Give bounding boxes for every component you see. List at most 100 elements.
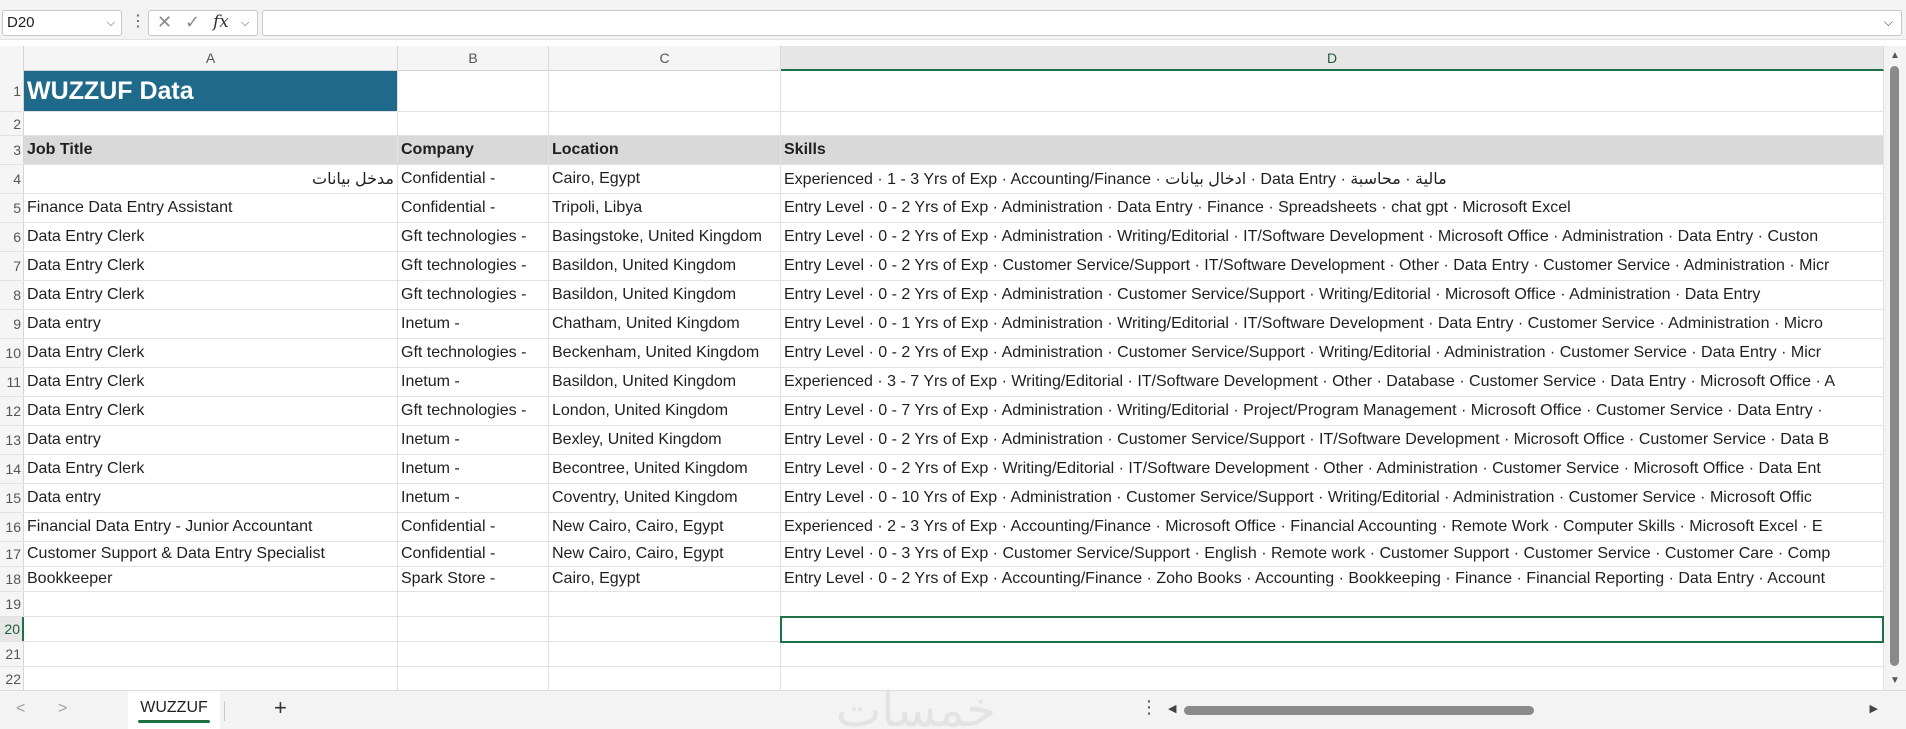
chevron-right-icon[interactable]: >: [58, 700, 67, 718]
cell-location[interactable]: Chatham, United Kingdom: [549, 310, 781, 338]
cell-job-title[interactable]: Data Entry Clerk: [24, 339, 398, 367]
column-header-d[interactable]: D: [781, 46, 1884, 71]
cancel-icon[interactable]: ✕: [157, 12, 172, 33]
cell-job-title[interactable]: Data entry: [24, 484, 398, 512]
chevron-left-icon[interactable]: <: [16, 700, 25, 718]
row-number[interactable]: 17: [0, 542, 24, 566]
cell-skills[interactable]: Entry Level · 0 - 2 Yrs of Exp · Adminis…: [781, 426, 1884, 454]
row-number[interactable]: 21: [0, 642, 24, 666]
row-number[interactable]: 10: [0, 339, 24, 367]
cell-location[interactable]: Beckenham, United Kingdom: [549, 339, 781, 367]
cell-company[interactable]: Confidential -: [398, 542, 549, 566]
cell-skills[interactable]: Experienced · 3 - 7 Yrs of Exp · Writing…: [781, 368, 1884, 396]
vertical-scrollbar[interactable]: ▲ ▼: [1884, 46, 1906, 690]
cell-company[interactable]: Confidential -: [398, 165, 549, 193]
row-number[interactable]: 5: [0, 194, 24, 222]
row-number[interactable]: 1: [0, 71, 24, 111]
more-options-icon[interactable]: ⋮: [130, 10, 146, 36]
select-all-corner[interactable]: [0, 46, 24, 71]
insert-function-icon[interactable]: fx: [213, 12, 229, 32]
row-number[interactable]: 20: [0, 617, 24, 641]
cell-location[interactable]: Basildon, United Kingdom: [549, 252, 781, 280]
cell-job-title[interactable]: Financial Data Entry - Junior Accountant: [24, 513, 398, 541]
row-number[interactable]: 2: [0, 112, 24, 135]
row-number[interactable]: 4: [0, 165, 24, 193]
cell-skills[interactable]: Experienced · 2 - 3 Yrs of Exp · Account…: [781, 513, 1884, 541]
row-number[interactable]: 13: [0, 426, 24, 454]
row-number[interactable]: 22: [0, 667, 24, 690]
cell-skills[interactable]: Entry Level · 0 - 1 Yrs of Exp · Adminis…: [781, 310, 1884, 338]
cell-location[interactable]: Basingstoke, United Kingdom: [549, 223, 781, 251]
cell-skills[interactable]: Entry Level · 0 - 7 Yrs of Exp · Adminis…: [781, 397, 1884, 425]
cell-empty[interactable]: [781, 592, 1884, 616]
chevron-down-icon[interactable]: ⌵: [241, 17, 249, 30]
cell-empty[interactable]: [398, 667, 549, 690]
cell-company[interactable]: Gft technologies -: [398, 397, 549, 425]
cell-job-title[interactable]: Data entry: [24, 310, 398, 338]
cell-company[interactable]: Inetum -: [398, 484, 549, 512]
cell-location[interactable]: New Cairo, Cairo, Egypt: [549, 513, 781, 541]
cell-empty[interactable]: [398, 642, 549, 666]
row-number[interactable]: 7: [0, 252, 24, 280]
header-job-title[interactable]: Job Title: [24, 136, 398, 164]
cell-location[interactable]: Bexley, United Kingdom: [549, 426, 781, 454]
cell-company[interactable]: Inetum -: [398, 426, 549, 454]
row-number[interactable]: 3: [0, 136, 24, 164]
scroll-right-icon[interactable]: ▶: [1870, 702, 1878, 715]
cell-company[interactable]: Confidential -: [398, 194, 549, 222]
row-number[interactable]: 9: [0, 310, 24, 338]
row-number[interactable]: 6: [0, 223, 24, 251]
horizontal-scroll-thumb[interactable]: [1184, 706, 1534, 715]
cell-job-title[interactable]: مدخل بيانات: [24, 165, 398, 193]
header-company[interactable]: Company: [398, 136, 549, 164]
cell-company[interactable]: Confidential -: [398, 513, 549, 541]
cell-job-title[interactable]: Data Entry Clerk: [24, 252, 398, 280]
row-number[interactable]: 18: [0, 567, 24, 591]
row-number[interactable]: 15: [0, 484, 24, 512]
cell-job-title[interactable]: Data Entry Clerk: [24, 223, 398, 251]
cell-empty[interactable]: [398, 592, 549, 616]
column-header-b[interactable]: B: [398, 46, 549, 71]
cell-location[interactable]: Coventry, United Kingdom: [549, 484, 781, 512]
vertical-scroll-thumb[interactable]: [1890, 66, 1899, 666]
cell-skills[interactable]: Entry Level · 0 - 3 Yrs of Exp · Custome…: [781, 542, 1884, 566]
cell-company[interactable]: Gft technologies -: [398, 223, 549, 251]
cell-skills[interactable]: Entry Level · 0 - 2 Yrs of Exp · Adminis…: [781, 194, 1884, 222]
cell-job-title[interactable]: Data entry: [24, 426, 398, 454]
cell-skills[interactable]: Entry Level · 0 - 2 Yrs of Exp · Account…: [781, 567, 1884, 591]
cell-empty[interactable]: [549, 112, 781, 135]
cell-skills[interactable]: Entry Level · 0 - 2 Yrs of Exp · Adminis…: [781, 339, 1884, 367]
row-number[interactable]: 19: [0, 592, 24, 616]
row-number[interactable]: 8: [0, 281, 24, 309]
cell-location[interactable]: Cairo, Egypt: [549, 567, 781, 591]
cell-empty[interactable]: [549, 592, 781, 616]
cell-skills[interactable]: Entry Level · 0 - 2 Yrs of Exp · Custome…: [781, 252, 1884, 280]
cell-empty[interactable]: [781, 112, 1884, 135]
cell-job-title[interactable]: Data Entry Clerk: [24, 455, 398, 483]
cell-company[interactable]: Inetum -: [398, 368, 549, 396]
cell-location[interactable]: Cairo, Egypt: [549, 165, 781, 193]
cell-job-title[interactable]: Data Entry Clerk: [24, 281, 398, 309]
name-box[interactable]: D20 ⌵: [2, 10, 122, 36]
cell-empty[interactable]: [549, 642, 781, 666]
cell-location[interactable]: London, United Kingdom: [549, 397, 781, 425]
header-location[interactable]: Location: [549, 136, 781, 164]
chevron-down-icon[interactable]: ⌵: [107, 11, 115, 35]
cell-empty[interactable]: [549, 617, 781, 641]
cell-job-title[interactable]: Customer Support & Data Entry Specialist: [24, 542, 398, 566]
cell-location[interactable]: Becontree, United Kingdom: [549, 455, 781, 483]
row-number[interactable]: 12: [0, 397, 24, 425]
cell-location[interactable]: Tripoli, Libya: [549, 194, 781, 222]
header-skills[interactable]: Skills: [781, 136, 1884, 164]
cell-empty[interactable]: [549, 71, 781, 111]
cell-empty[interactable]: [24, 642, 398, 666]
cell-company[interactable]: Gft technologies -: [398, 339, 549, 367]
cell-skills[interactable]: Entry Level · 0 - 10 Yrs of Exp · Admini…: [781, 484, 1884, 512]
cell-job-title[interactable]: Data Entry Clerk: [24, 368, 398, 396]
scroll-down-icon[interactable]: ▼: [1890, 675, 1900, 686]
row-number[interactable]: 14: [0, 455, 24, 483]
cell-skills[interactable]: Experienced · 1 - 3 Yrs of Exp · Account…: [781, 165, 1884, 193]
scroll-up-icon[interactable]: ▲: [1890, 50, 1900, 61]
horizontal-scrollbar[interactable]: ◀ ▶: [1164, 701, 1882, 719]
cell-empty[interactable]: [24, 112, 398, 135]
